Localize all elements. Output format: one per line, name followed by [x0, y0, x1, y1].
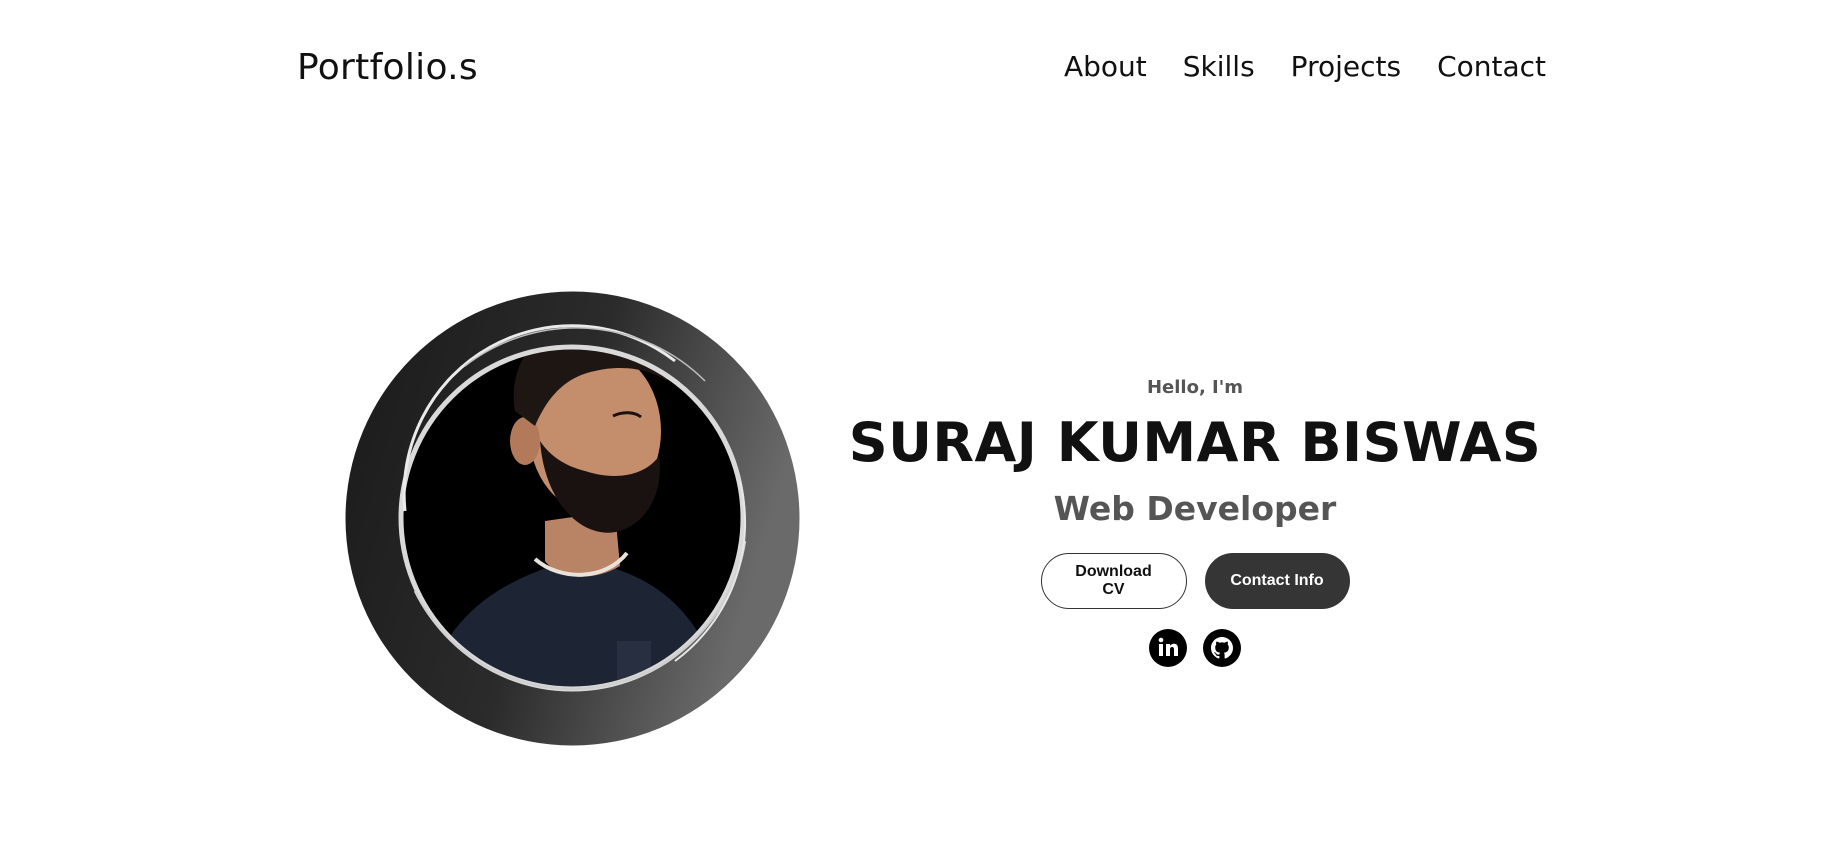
- github-icon[interactable]: [1203, 629, 1241, 667]
- site-logo[interactable]: Portfolio.s: [297, 44, 478, 92]
- hero-role: Web Developer: [1053, 489, 1337, 528]
- profile-photo-image: [345, 291, 800, 746]
- nav-link-about[interactable]: About: [1064, 46, 1147, 88]
- social-links: [840, 629, 1550, 667]
- hero-name: SURAJ KUMAR BISWAS: [848, 411, 1542, 474]
- contact-info-button[interactable]: Contact Info: [1204, 553, 1350, 609]
- main-nav: About Skills Projects Contact: [1064, 46, 1546, 88]
- download-cv-button[interactable]: Download CV: [1040, 553, 1187, 609]
- nav-link-projects[interactable]: Projects: [1291, 46, 1401, 88]
- nav-link-skills[interactable]: Skills: [1183, 46, 1255, 88]
- nav-link-contact[interactable]: Contact: [1437, 46, 1546, 88]
- greeting-text: Hello, I'm: [1146, 377, 1244, 398]
- linkedin-icon[interactable]: [1149, 629, 1187, 667]
- hero-intro: Hello, I'm SURAJ KUMAR BISWAS Web Develo…: [840, 375, 1550, 667]
- profile-picture: [345, 291, 800, 746]
- hero-buttons: Download CV Contact Info: [840, 553, 1550, 609]
